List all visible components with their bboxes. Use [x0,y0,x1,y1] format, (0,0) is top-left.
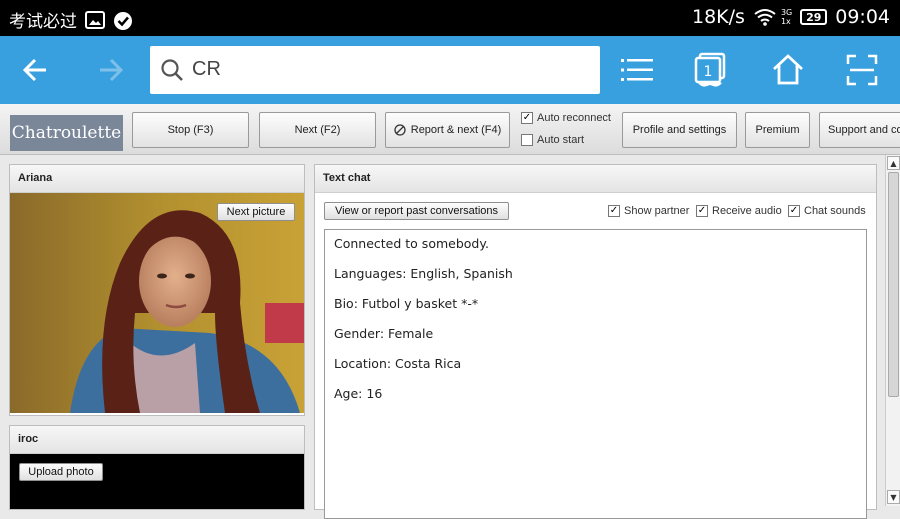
browser-toolbar: CR 1 [0,36,900,104]
text-chat-panel: Text chat View or report past conversati… [314,164,877,519]
address-text: CR [192,58,221,80]
site-toolbar: Chatroulette Stop (F3) Next (F2) Report … [0,104,900,155]
prohibited-icon [394,124,406,136]
chat-message: Connected to somebody. [334,236,489,251]
chat-message: Gender: Female [334,326,434,341]
checkbox-checked-icon: ✓ [788,205,800,217]
support-button[interactable]: Support and co [819,112,900,148]
next-picture-button[interactable]: Next picture [217,203,295,221]
search-icon [160,58,184,82]
auto-reconnect-checkbox[interactable]: ✓ Auto reconnect [521,112,611,124]
chat-sounds-label: Chat sounds [804,205,866,217]
stop-button[interactable]: Stop (F3) [132,112,249,148]
arrow-right-icon [100,58,124,82]
profile-settings-button[interactable]: Profile and settings [622,112,737,148]
network-speed: 18K/s [692,6,745,28]
partner-name: Ariana [10,165,304,193]
premium-button[interactable]: Premium [745,112,810,148]
cellular-signal-icon: 3G 1x [781,8,792,26]
notification-app-text: 考试必过 [9,12,77,32]
report-next-button[interactable]: Report & next (F4) [385,112,510,148]
chat-message: Bio: Futbol y basket *-* [334,296,479,311]
chat-message: Age: 16 [334,386,383,401]
checkbox-checked-icon: ✓ [608,205,620,217]
arrow-left-icon [22,58,46,82]
show-partner-label: Show partner [624,205,690,217]
auto-reconnect-label: Auto reconnect [537,112,611,124]
clock: 09:04 [835,6,890,28]
scroll-up-icon[interactable]: ▲ [887,156,900,170]
receive-audio-label: Receive audio [712,205,782,217]
report-next-label: Report & next (F4) [410,124,502,136]
receive-audio-checkbox[interactable]: ✓ Receive audio [696,205,782,217]
chat-sounds-checkbox[interactable]: ✓ Chat sounds [788,205,866,217]
menu-button[interactable] [617,50,657,90]
list-icon [621,59,653,81]
chat-log[interactable]: Connected to somebody. Languages: Englis… [324,229,867,519]
image-notification-icon [85,10,105,29]
status-bar: 考试必过 18K/s 3G 1x 29 09:04 [0,0,900,36]
checkbox-unchecked-icon [521,134,533,146]
home-button[interactable] [768,50,808,90]
address-bar[interactable]: CR [150,46,600,94]
partner-panel: Ariana Next picture [9,164,305,416]
chat-message: Location: Costa Rica [334,356,462,371]
fullscreen-button[interactable] [842,50,882,90]
checkbox-checked-icon: ✓ [696,205,708,217]
partner-webcam-video [10,193,304,413]
auto-start-label: Auto start [537,134,585,146]
battery-icon: 29 [800,9,828,25]
wifi-icon [753,8,776,26]
check-circle-icon [113,11,133,30]
back-button[interactable] [16,50,56,90]
view-report-conversations-button[interactable]: View or report past conversations [324,202,509,220]
battery-level: 29 [806,10,822,24]
checkbox-checked-icon: ✓ [521,112,533,124]
self-name: iroc [10,426,304,454]
next-button[interactable]: Next (F2) [259,112,376,148]
tab-count: 1 [704,64,713,80]
fullscreen-icon [846,54,878,86]
tabs-incognito-icon: 1 [694,52,726,87]
chat-message: Languages: English, Spanish [334,266,513,281]
network-subtype: 1x [780,17,791,26]
home-icon [773,54,803,85]
scroll-down-icon[interactable]: ▼ [887,490,900,504]
show-partner-checkbox[interactable]: ✓ Show partner [608,205,689,217]
site-logo[interactable]: Chatroulette [10,115,123,151]
self-panel: iroc Upload photo [9,425,305,510]
auto-start-checkbox[interactable]: Auto start [521,134,584,146]
tabs-button[interactable]: 1 [692,50,732,90]
chat-title: Text chat [315,165,876,193]
page-scrollbar[interactable]: ▲ ▼ [885,155,900,506]
upload-photo-button[interactable]: Upload photo [19,463,103,481]
scroll-thumb[interactable] [888,172,899,397]
network-type: 3G [780,8,793,17]
forward-button[interactable] [92,50,132,90]
